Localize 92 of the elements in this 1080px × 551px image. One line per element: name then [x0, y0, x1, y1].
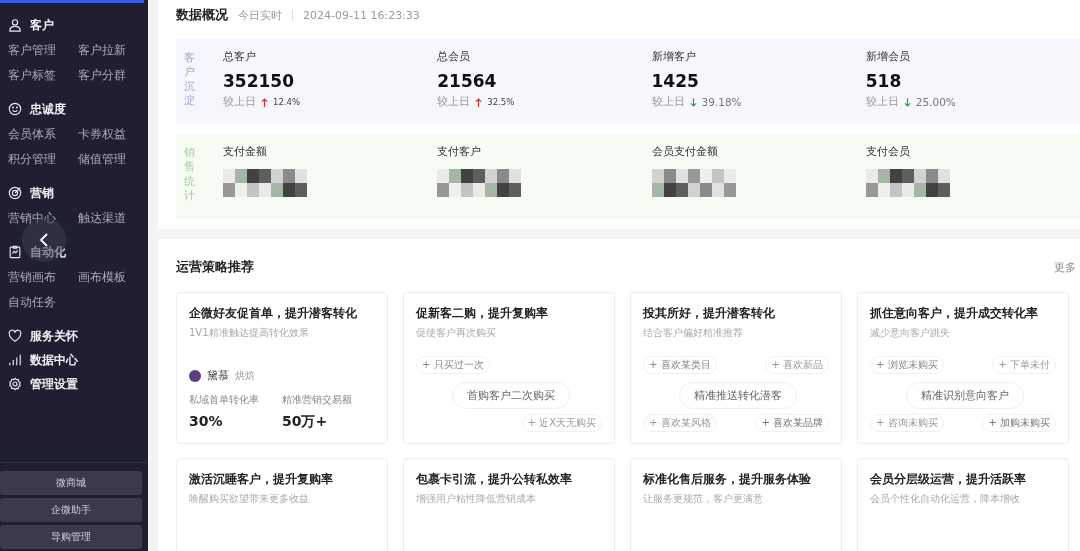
card-title: 激活沉睡客户，提升复购率 — [189, 471, 334, 488]
clipboard-icon — [8, 245, 22, 259]
card-title: 抓住意向客户，提升成交转化率 — [870, 305, 1039, 322]
stat-value: 30% — [189, 413, 224, 429]
person-icon — [8, 18, 22, 32]
menu-item[interactable]: 会员体系 — [8, 122, 78, 147]
metric-value: 1425 — [651, 71, 700, 91]
menu-item[interactable]: 营销中心 — [8, 206, 78, 231]
menu-group-title[interactable]: 自动化 — [30, 243, 66, 261]
strategy-card[interactable]: 激活沉睡客户，提升复购率 唤醒购买欲望带来更多收益 — [176, 458, 388, 551]
metric-label: 支付金额 — [223, 144, 268, 159]
settings-icon — [8, 377, 22, 391]
metric-label: 支付客户 — [437, 144, 483, 159]
strategy-card[interactable]: 包裹卡引流，提升公转私效率 增强用户粘性降低营销成本 — [403, 458, 615, 551]
change-percent: 39.18% — [701, 96, 742, 108]
card-title: 会员分层级运营，提升活跃率 — [870, 471, 1027, 488]
band-label: 销售统计 — [184, 146, 195, 204]
strategy-card[interactable]: 抓住意向客户，提升成交转化率 减少意向客户跳失 + 浏览未购买 + 下单未付 精准识别意向客户 + 咨询未购买 + 加购未购买 — [857, 292, 1069, 444]
brand-logo-icon — [189, 369, 201, 382]
chevron-left-icon — [38, 232, 50, 248]
section-title: 数据概况 — [176, 6, 228, 24]
card-subtitle: 唤醒购买欲望带来更多收益 — [189, 492, 310, 506]
brand-name: 黛慕 — [207, 368, 229, 383]
center-pill: 精准识别意向客户 — [906, 382, 1024, 409]
center-pill: 精准推送转化潜客 — [679, 382, 797, 409]
menu-item[interactable]: 自动任务 — [8, 290, 78, 315]
metric-label: 新增客户 — [651, 49, 697, 64]
strategy-card[interactable]: 企微好友促首单，提升潜客转化 1V1精准触达提高转化效果 黛慕 烘焙 私域首单转化率 30% 精准营销交易额 50万+ — [176, 292, 388, 444]
card-subtitle: 结合客户偏好精准推荐 — [643, 326, 744, 340]
compare-label: 较上日 — [865, 95, 899, 109]
change-percent: 25.00% — [915, 96, 956, 108]
strategy-card[interactable]: 标准化售后服务，提升服务体验 让服务更规范，客户更满意 — [630, 458, 842, 551]
section-title: 运营策略推荐 — [176, 259, 254, 276]
stat-value: 50万+ — [282, 413, 329, 431]
menu-group-title[interactable]: 忠诚度 — [30, 100, 66, 118]
card-title: 企微好友促首单，提升潜客转化 — [189, 305, 358, 322]
menu-item[interactable]: 卡券权益 — [78, 122, 148, 147]
card-subtitle: 让服务更规范，客户更满意 — [643, 492, 764, 506]
menu-group-title[interactable]: 营销 — [30, 184, 54, 202]
menu-group-title[interactable]: 管理设置 — [30, 375, 78, 393]
metric-label: 会员支付金额 — [651, 144, 719, 159]
strategy-card[interactable]: 促新客二购，提升复购率 促使客户再次购买 + 只买过一次 首购客户二次购买 + 近X天无购买 — [403, 292, 615, 444]
timestamp: 2024-09-11 16:23:33 — [303, 8, 420, 22]
menu-item[interactable]: 营销画布 — [8, 265, 78, 290]
metric-label: 新增会员 — [865, 49, 911, 64]
bar-chart-icon — [8, 353, 22, 367]
menu-item[interactable]: 客户标签 — [8, 63, 78, 88]
metric-value: 21564 — [437, 71, 498, 91]
metric-value: 352150 — [223, 71, 295, 91]
card-title: 投其所好，提升潜客转化 — [643, 305, 776, 322]
brand-category: 烘焙 — [235, 368, 255, 383]
compare-label: 较上日 — [223, 95, 256, 109]
menu-item[interactable]: 画布模板 — [78, 265, 148, 290]
metric-label: 支付会员 — [865, 144, 911, 159]
menu-group-title[interactable]: 数据中心 — [30, 351, 78, 369]
metric-value: 518 — [865, 71, 903, 91]
stat-label: 私域首单转化率 — [189, 393, 260, 407]
compare-label: 较上日 — [651, 95, 685, 109]
card-subtitle: 1V1精准触达提高转化效果 — [189, 326, 310, 340]
card-subtitle: 增强用户粘性降低营销成本 — [416, 492, 537, 506]
center-pill: 首购客户二次购买 — [452, 382, 570, 409]
card-title: 包裹卡引流，提升公转私效率 — [416, 471, 573, 488]
more-link[interactable]: 更多 — [1054, 260, 1076, 275]
sidebar-button[interactable]: 企微助手 — [0, 498, 142, 522]
heart-icon — [8, 329, 22, 343]
menu-item[interactable]: 客户管理 — [8, 38, 78, 63]
card-subtitle: 会员个性化自动化运营，降本增收 — [870, 492, 1021, 506]
metric-label: 总会员 — [437, 49, 472, 64]
menu-item[interactable]: 积分管理 — [8, 147, 78, 172]
sidebar-button[interactable]: 导购管理 — [0, 525, 142, 549]
card-title: 促新客二购，提升复购率 — [416, 305, 549, 322]
realtime-label: 今日实时 — [238, 7, 282, 23]
compare-label: 较上日 — [437, 95, 471, 109]
menu-item[interactable]: 触达渠道 — [78, 206, 148, 231]
metric-label: 总客户 — [223, 49, 257, 64]
card-title: 标准化售后服务，提升服务体验 — [643, 471, 812, 488]
menu-group-title[interactable]: 服务关怀 — [30, 327, 78, 345]
strategy-card[interactable]: 投其所好，提升潜客转化 结合客户偏好精准推荐 + 喜欢某类目 + 喜欢新品 精准推送转化潜客 + 喜欢某风格 + 喜欢某品牌 — [630, 292, 842, 444]
menu-group-title[interactable]: 客户 — [30, 16, 54, 34]
stat-label: 精准营销交易额 — [282, 393, 353, 407]
target-icon — [8, 186, 22, 200]
change-percent: 32.5% — [487, 97, 515, 107]
card-subtitle: 促使客户再次购买 — [416, 326, 497, 340]
change-percent: 12.4% — [273, 97, 300, 107]
smiley-icon — [8, 102, 22, 116]
menu-item[interactable]: 储值管理 — [78, 147, 148, 172]
band-label: 客户沉淀 — [184, 51, 195, 109]
menu-item[interactable]: 客户拉新 — [78, 38, 148, 63]
strategy-card[interactable]: 会员分层级运营，提升活跃率 会员个性化自动化运营，降本增收 — [857, 458, 1069, 551]
sidebar-button[interactable]: 微商城 — [0, 471, 142, 495]
menu-item[interactable]: 客户分群 — [78, 63, 148, 88]
card-subtitle: 减少意向客户跳失 — [870, 326, 951, 340]
